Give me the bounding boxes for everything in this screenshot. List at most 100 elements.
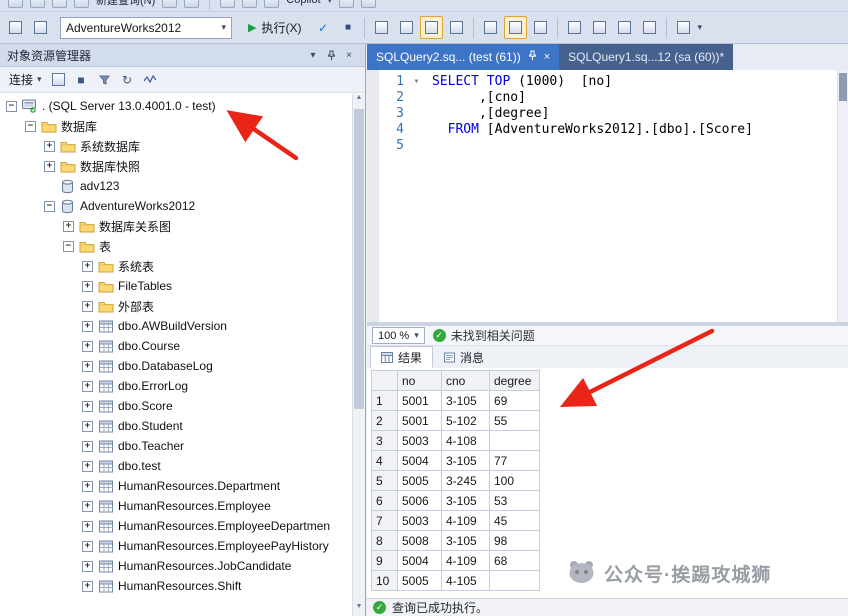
grid-cell[interactable]: 5003: [398, 511, 442, 531]
tree-item[interactable]: +dbo.Student: [0, 416, 365, 436]
grid-cell[interactable]: 5004: [398, 551, 442, 571]
code-area[interactable]: SELECT TOP (1000) [no] ,[cno] ,[degree] …: [424, 70, 848, 322]
tree-item[interactable]: +HumanResources.Employee: [0, 496, 365, 516]
tree-item[interactable]: adv123: [0, 176, 365, 196]
back-icon[interactable]: [8, 0, 23, 8]
grid-cell[interactable]: 5-102: [442, 411, 490, 431]
expander-icon[interactable]: +: [82, 381, 93, 392]
column-header[interactable]: degree: [490, 371, 540, 391]
expander-icon[interactable]: +: [44, 161, 55, 172]
grid-cell[interactable]: 4-109: [442, 551, 490, 571]
tree-item[interactable]: +dbo.Score: [0, 396, 365, 416]
row-header[interactable]: 7: [372, 511, 398, 531]
tree-item[interactable]: +dbo.ErrorLog: [0, 376, 365, 396]
expander-icon[interactable]: +: [82, 481, 93, 492]
expander-icon[interactable]: +: [82, 401, 93, 412]
scrollbar-thumb[interactable]: [839, 73, 847, 101]
intellisense-icon[interactable]: [395, 16, 418, 39]
grid-cell[interactable]: 5006: [398, 491, 442, 511]
grid-cell[interactable]: 5003: [398, 431, 442, 451]
outdent-icon[interactable]: [613, 16, 636, 39]
column-header[interactable]: no: [398, 371, 442, 391]
expander-icon[interactable]: +: [82, 361, 93, 372]
tree-item[interactable]: +FileTables: [0, 276, 365, 296]
expander-icon[interactable]: +: [82, 441, 93, 452]
pin-icon[interactable]: [528, 50, 537, 64]
code-line[interactable]: [432, 138, 836, 154]
expander-icon[interactable]: +: [82, 281, 93, 292]
redo-icon[interactable]: [361, 0, 376, 8]
expander-icon[interactable]: +: [82, 541, 93, 552]
code-line[interactable]: SELECT TOP (1000) [no]: [432, 74, 836, 90]
expander-icon[interactable]: +: [44, 141, 55, 152]
row-header[interactable]: 10: [372, 571, 398, 591]
health-indicator[interactable]: ✓ 未找到相关问题: [433, 327, 535, 344]
expander-icon[interactable]: +: [82, 461, 93, 472]
grid-cell[interactable]: 77: [490, 451, 540, 471]
tree-item[interactable]: −数据库: [0, 116, 365, 136]
results-to-grid-icon[interactable]: [504, 16, 527, 39]
filter-icon[interactable]: [94, 69, 115, 90]
expander-icon[interactable]: +: [82, 521, 93, 532]
tree-item[interactable]: +dbo.AWBuildVersion: [0, 316, 365, 336]
grid-cell[interactable]: 69: [490, 391, 540, 411]
results-to-file-icon[interactable]: [529, 16, 552, 39]
cut-icon[interactable]: [242, 0, 257, 8]
tree-item[interactable]: +HumanResources.Department: [0, 476, 365, 496]
grid-cell[interactable]: 5005: [398, 571, 442, 591]
open-file-icon[interactable]: [74, 0, 89, 8]
row-header[interactable]: 4: [372, 451, 398, 471]
column-header[interactable]: cno: [442, 371, 490, 391]
tree-item[interactable]: +数据库关系图: [0, 216, 365, 236]
row-header[interactable]: 8: [372, 531, 398, 551]
tree-item[interactable]: −. (SQL Server 13.0.4001.0 - test): [0, 96, 365, 116]
tree-scrollbar[interactable]: ▲ ▼: [352, 94, 365, 616]
expander-icon[interactable]: +: [82, 321, 93, 332]
grid-cell[interactable]: 5004: [398, 451, 442, 471]
grid-cell[interactable]: 5001: [398, 391, 442, 411]
expander-icon[interactable]: +: [63, 221, 74, 232]
new-query-button[interactable]: 新建查询(N): [96, 0, 155, 8]
undo-icon[interactable]: [339, 0, 354, 8]
row-header[interactable]: 6: [372, 491, 398, 511]
change-connection-icon[interactable]: [29, 16, 52, 39]
tree-item[interactable]: +HumanResources.JobCandidate: [0, 556, 365, 576]
tree-item[interactable]: +dbo.test: [0, 456, 365, 476]
expander-icon[interactable]: −: [25, 121, 36, 132]
stop-icon[interactable]: ■: [336, 16, 359, 39]
close-icon[interactable]: ×: [340, 47, 358, 63]
uncomment-icon[interactable]: [588, 16, 611, 39]
expander-icon[interactable]: +: [82, 261, 93, 272]
grid-cell[interactable]: 100: [490, 471, 540, 491]
document-tab[interactable]: SQLQuery2.sq... (test (61))×: [367, 44, 559, 70]
grid-cell[interactable]: 5001: [398, 411, 442, 431]
live-query-stats-icon[interactable]: [445, 16, 468, 39]
tree-item[interactable]: +dbo.Teacher: [0, 436, 365, 456]
outline-collapse-icon[interactable]: ▾: [409, 74, 424, 90]
code-line[interactable]: ,[degree]: [432, 106, 836, 122]
expander-icon[interactable]: +: [82, 421, 93, 432]
tree-item[interactable]: +系统数据库: [0, 136, 365, 156]
grid-cell[interactable]: [490, 571, 540, 591]
tree-item[interactable]: +HumanResources.EmployeePayHistory: [0, 536, 365, 556]
tree-item[interactable]: −表: [0, 236, 365, 256]
expander-icon[interactable]: −: [63, 241, 74, 252]
connect-query-icon[interactable]: [4, 16, 27, 39]
grid-cell[interactable]: 4-105: [442, 571, 490, 591]
new-query-icon[interactable]: [162, 0, 177, 8]
tree-item[interactable]: +dbo.DatabaseLog: [0, 356, 365, 376]
results-to-text-icon[interactable]: [479, 16, 502, 39]
editor-scrollbar[interactable]: [837, 70, 848, 322]
connect-button[interactable]: 连接 ▾: [5, 69, 46, 91]
expander-icon[interactable]: +: [82, 501, 93, 512]
save-icon[interactable]: [184, 0, 199, 8]
tree-item[interactable]: −AdventureWorks2012: [0, 196, 365, 216]
grid-cell[interactable]: 98: [490, 531, 540, 551]
scroll-down-icon[interactable]: ▼: [353, 603, 365, 616]
grid-cell[interactable]: 3-105: [442, 491, 490, 511]
grid-cell[interactable]: 45: [490, 511, 540, 531]
toolbar-overflow-icon[interactable]: ▾: [697, 23, 702, 32]
expander-icon[interactable]: −: [6, 101, 17, 112]
grid-corner-cell[interactable]: [372, 371, 398, 391]
row-header[interactable]: 5: [372, 471, 398, 491]
